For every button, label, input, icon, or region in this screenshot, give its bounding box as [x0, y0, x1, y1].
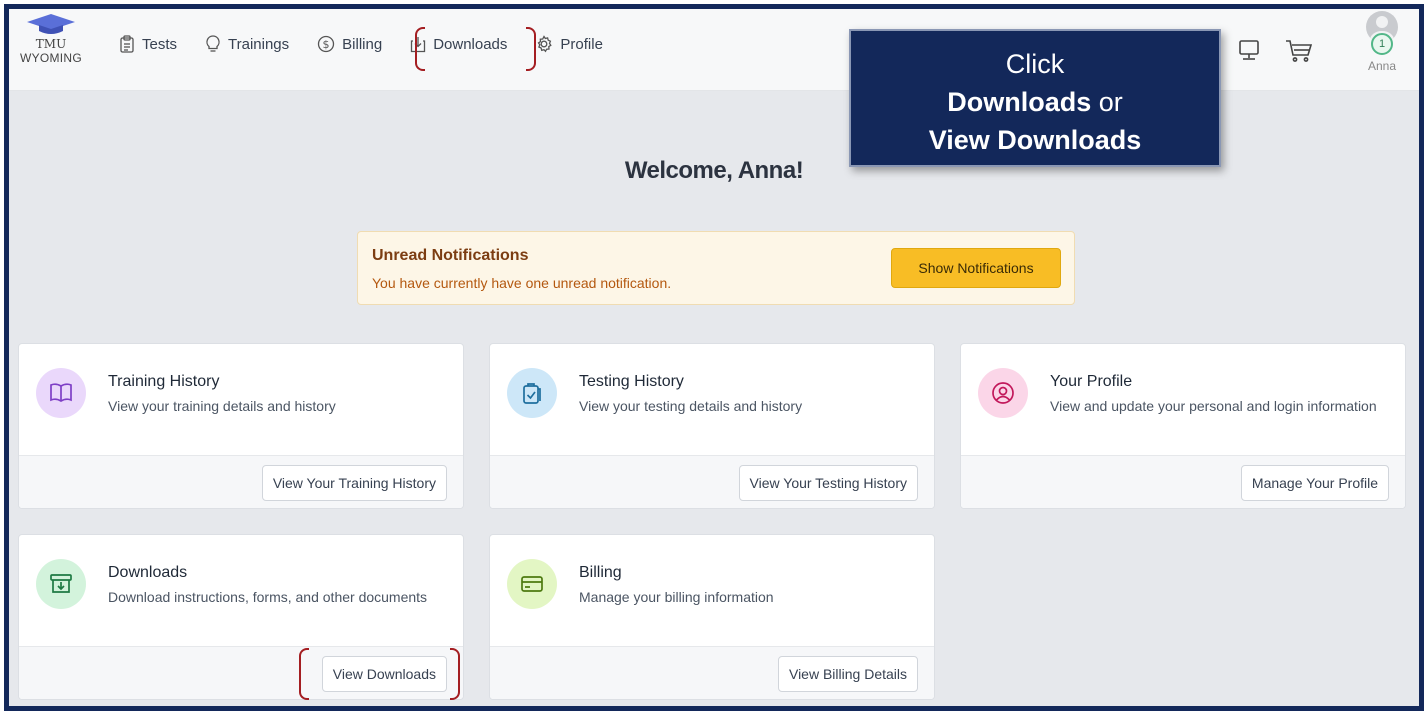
card-icon-circle: [507, 368, 557, 418]
cart-button[interactable]: [1285, 39, 1313, 63]
nav-trainings[interactable]: Trainings: [205, 35, 289, 53]
card-description: Download instructions, forms, and other …: [108, 589, 428, 605]
monitor-icon: [1239, 40, 1259, 60]
card-your-profile: Your Profile View and update your person…: [960, 343, 1406, 509]
user-circle-icon: [992, 382, 1014, 404]
card-description: Manage your billing information: [579, 589, 774, 605]
card-title: Testing History: [579, 373, 684, 390]
notification-title: Unread Notifications: [372, 247, 529, 264]
card-icon-circle: [507, 559, 557, 609]
gear-icon: [537, 35, 553, 53]
nav-billing[interactable]: $ Billing: [317, 35, 382, 53]
notification-banner: Unread Notifications You have currently …: [357, 231, 1075, 305]
card-title: Training History: [108, 373, 220, 390]
card-title: Billing: [579, 564, 622, 581]
highlight-bracket-right: [450, 648, 460, 700]
nav-trainings-label: Trainings: [228, 35, 290, 53]
dollar-circle-icon: $: [318, 35, 335, 53]
app-frame: TMU WYOMING Tests Trainings $ Billing Do…: [4, 4, 1424, 711]
clipboard-icon: [120, 35, 134, 53]
nav-profile-label: Profile: [560, 35, 603, 53]
card-training-history: Training History View your training deta…: [18, 343, 464, 509]
card-description: View your testing details and history: [579, 398, 803, 414]
clipboard-check-icon: [523, 383, 541, 404]
shopping-cart-icon: [1286, 40, 1313, 62]
notification-text: You have currently have one unread notif…: [372, 275, 672, 291]
monitor-button[interactable]: [1237, 39, 1261, 61]
show-notifications-button[interactable]: Show Notifications: [891, 248, 1061, 288]
main-nav: Tests Trainings $ Billing Downloads Prof…: [119, 35, 631, 53]
card-description: View and update your personal and login …: [1050, 398, 1377, 414]
logo-tmu-text: TMU: [35, 37, 67, 51]
card-icon-circle: [36, 559, 86, 609]
callout-or: or: [1091, 87, 1123, 117]
callout-line3: View Downloads: [928, 125, 1142, 155]
view-training-history-button[interactable]: View Your Training History: [261, 465, 447, 501]
nav-profile[interactable]: Profile: [535, 35, 603, 53]
book-icon: [50, 383, 72, 402]
view-testing-history-button[interactable]: View Your Testing History: [738, 465, 918, 501]
card-billing: Billing Manage your billing information …: [489, 534, 935, 700]
welcome-heading: Welcome, Anna!: [624, 157, 804, 184]
card-title: Your Profile: [1050, 373, 1133, 390]
callout-line1: Click: [1005, 49, 1065, 79]
lightbulb-icon: [206, 35, 220, 52]
nav-tests[interactable]: Tests: [119, 35, 177, 53]
card-downloads: Downloads Download instructions, forms, …: [18, 534, 464, 700]
card-description: View your training details and history: [108, 398, 336, 414]
nav-billing-label: Billing: [342, 35, 383, 53]
highlight-bracket-left: [415, 27, 425, 71]
user-menu[interactable]: 1 Anna: [1359, 11, 1405, 73]
instruction-callout: Click Downloads or View Downloads: [849, 29, 1221, 167]
card-title: Downloads: [108, 564, 188, 581]
callout-line2: Downloads or: [851, 83, 1219, 121]
tmu-logo[interactable]: TMU WYOMING: [15, 13, 87, 83]
archive-download-icon: [50, 574, 72, 593]
notification-count-badge: 1: [1371, 33, 1393, 55]
manage-profile-button[interactable]: Manage Your Profile: [1240, 465, 1389, 501]
highlight-bracket-left: [299, 648, 309, 700]
highlight-bracket-right: [526, 27, 536, 71]
view-billing-details-button[interactable]: View Billing Details: [777, 656, 918, 692]
card-icon-circle: [978, 368, 1028, 418]
callout-downloads: Downloads: [947, 87, 1092, 117]
graduation-cap-icon: [27, 14, 75, 34]
svg-text:$: $: [323, 38, 330, 51]
credit-card-icon: [521, 576, 543, 592]
logo-wyoming-text: WYOMING: [19, 51, 83, 65]
card-icon-circle: [36, 368, 86, 418]
card-testing-history: Testing History View your testing detail…: [489, 343, 935, 509]
nav-downloads-label: Downloads: [433, 35, 508, 53]
view-downloads-button[interactable]: View Downloads: [321, 656, 447, 692]
user-name: Anna: [1367, 59, 1397, 73]
nav-tests-label: Tests: [142, 35, 178, 53]
